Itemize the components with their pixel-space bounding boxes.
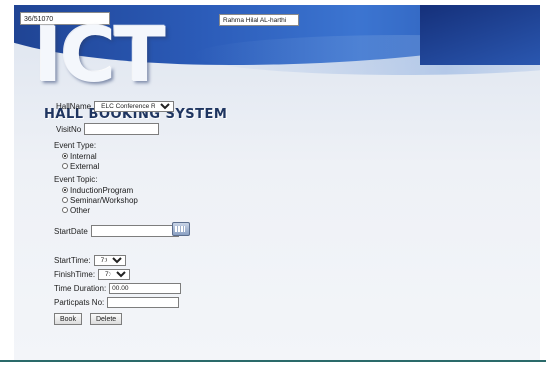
starttime-label: StartTime: xyxy=(54,256,91,265)
startdate-input[interactable] xyxy=(90,225,179,237)
event-topic-induction-label: InductionProgram xyxy=(70,185,134,195)
duration-row: Time Duration: xyxy=(54,283,182,294)
hallname-label: HallName xyxy=(56,102,92,111)
duration-input[interactable] xyxy=(109,283,182,294)
starttime-row: StartTime: 7:00 xyxy=(54,255,126,266)
radio-icon[interactable] xyxy=(62,207,68,213)
hallname-row: HallName ELC Conference Room xyxy=(56,101,175,112)
calendar-icon[interactable] xyxy=(172,222,190,236)
event-topic-group: InductionProgram Seminar/Workshop Other xyxy=(62,185,138,215)
hallname-select[interactable]: ELC Conference Room xyxy=(94,101,175,112)
duration-label: Time Duration: xyxy=(54,284,107,293)
visitno-input[interactable] xyxy=(84,123,160,135)
event-type-label: Event Type: xyxy=(54,141,97,150)
visitno-row: VisitNo xyxy=(56,123,160,135)
startdate-label: StartDate xyxy=(54,226,88,236)
finishtime-select[interactable]: 7:00 xyxy=(98,269,131,280)
finishtime-label: FinishTime: xyxy=(54,270,96,279)
page-frame: 36/51070 Rahma Hilal AL-harthi ICT HALL … xyxy=(14,5,540,360)
visitno-label: VisitNo xyxy=(56,124,82,134)
startdate-row: StartDate xyxy=(54,225,179,237)
book-button[interactable]: Book xyxy=(54,313,82,325)
radio-selected-icon[interactable] xyxy=(62,187,68,193)
radio-selected-icon[interactable] xyxy=(62,153,68,159)
bottom-divider xyxy=(0,360,546,362)
event-topic-label: Event Topic: xyxy=(54,175,98,184)
radio-icon[interactable] xyxy=(62,197,68,203)
event-topic-seminar[interactable]: Seminar/Workshop xyxy=(62,195,138,205)
user-name-field: Rahma Hilal AL-harthi xyxy=(219,14,299,26)
participants-input[interactable] xyxy=(107,297,180,308)
delete-button[interactable]: Delete xyxy=(89,313,123,325)
action-buttons: Book Delete xyxy=(54,313,123,325)
event-type-external-label: External xyxy=(70,161,100,171)
event-type-internal[interactable]: Internal xyxy=(62,151,99,161)
event-topic-induction[interactable]: InductionProgram xyxy=(62,185,138,195)
event-type-internal-label: Internal xyxy=(70,151,97,161)
participants-label: Particpats No: xyxy=(54,298,105,307)
radio-icon[interactable] xyxy=(62,163,68,169)
event-topic-other-label: Other xyxy=(70,205,91,215)
header-band xyxy=(420,5,540,65)
event-type-group: Internal External xyxy=(62,151,99,171)
ict-logo: ICT xyxy=(34,10,166,99)
event-topic-other[interactable]: Other xyxy=(62,205,138,215)
starttime-select[interactable]: 7:00 xyxy=(93,255,126,266)
participants-row: Particpats No: xyxy=(54,297,180,308)
event-type-external[interactable]: External xyxy=(62,161,99,171)
event-topic-seminar-label: Seminar/Workshop xyxy=(70,195,138,205)
finishtime-row: FinishTime: 7:00 xyxy=(54,269,131,280)
